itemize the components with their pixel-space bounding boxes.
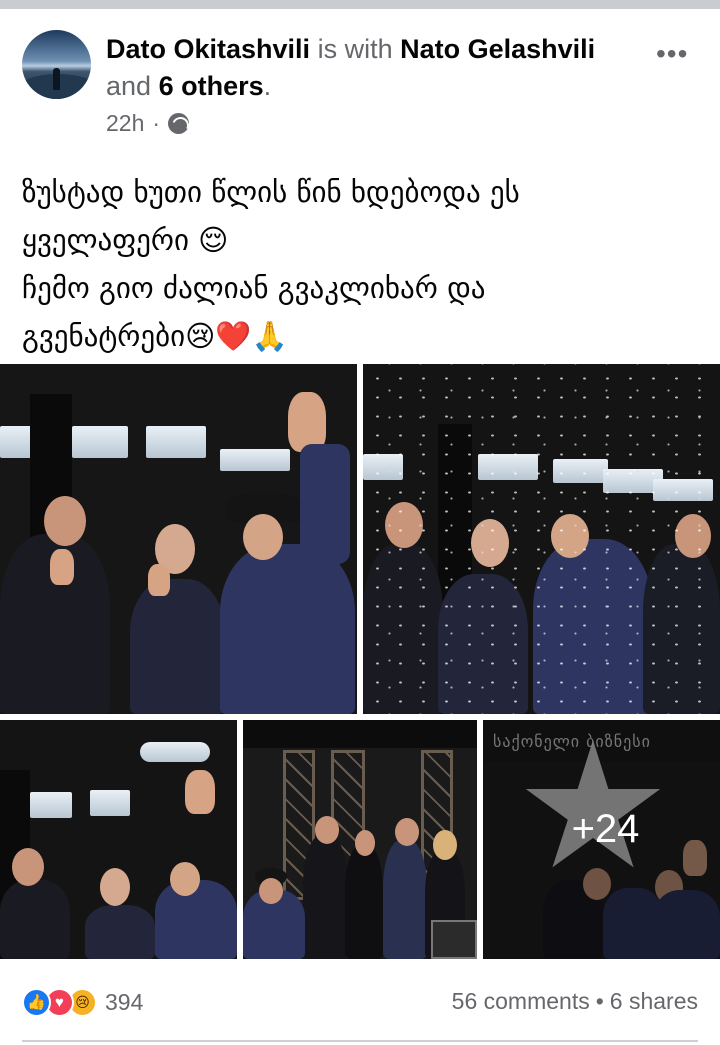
header-period: . <box>263 71 272 101</box>
engagement-separator: • <box>595 988 604 1014</box>
post-meta: 22h · <box>106 110 190 137</box>
post-text-line: ჩემო გიო ძალიან გვაკლიხარ და <box>22 271 486 305</box>
more-options-icon[interactable]: ••• <box>656 38 688 70</box>
photo-4[interactable] <box>243 720 477 959</box>
confetti-overlay <box>363 364 720 714</box>
with-text: is with <box>317 34 393 64</box>
author-name[interactable]: Dato Okitashvili <box>106 34 310 64</box>
author-avatar[interactable] <box>22 30 91 99</box>
tagged-others-link[interactable]: 6 others <box>159 71 264 101</box>
comments-count[interactable]: 56 comments <box>452 988 590 1014</box>
avatar-figure <box>53 68 60 90</box>
time-separator: · <box>152 110 161 136</box>
post-text: ზუსტად ხუთი წლის წინ ხდებოდა ეს ყველაფერ… <box>22 168 712 360</box>
top-divider-strip <box>0 0 720 9</box>
shares-count[interactable]: 6 shares <box>610 988 698 1014</box>
photo-5-more[interactable]: საქონელი ბიზნესი +24 <box>483 720 720 959</box>
reactions-summary[interactable]: 👍 ♥ 😢 394 <box>22 985 143 1019</box>
footer-divider <box>22 1040 698 1042</box>
post-time[interactable]: 22h <box>106 110 144 137</box>
tagged-person[interactable]: Nato Gelashvili <box>400 34 595 64</box>
and-text: and <box>106 71 152 101</box>
reaction-count[interactable]: 394 <box>105 989 143 1016</box>
more-photos-overlay[interactable]: +24 <box>483 720 720 959</box>
post-text-line: ყველაფერი 😌 <box>22 223 229 257</box>
like-icon: 👍 <box>22 987 51 1017</box>
post-header: Dato Okitashvili is with Nato Gelashvili… <box>106 31 646 105</box>
more-photos-count[interactable]: +24 <box>572 807 640 852</box>
photo-1[interactable] <box>0 364 357 714</box>
post-text-line: გვენატრები😢❤️🙏 <box>22 319 288 353</box>
photo-2[interactable] <box>363 364 720 714</box>
engagement-summary: 56 comments • 6 shares <box>452 988 698 1015</box>
post-text-line: ზუსტად ხუთი წლის წინ ხდებოდა ეს <box>22 175 520 209</box>
photo-3[interactable] <box>0 720 237 959</box>
globe-icon[interactable] <box>168 113 190 134</box>
